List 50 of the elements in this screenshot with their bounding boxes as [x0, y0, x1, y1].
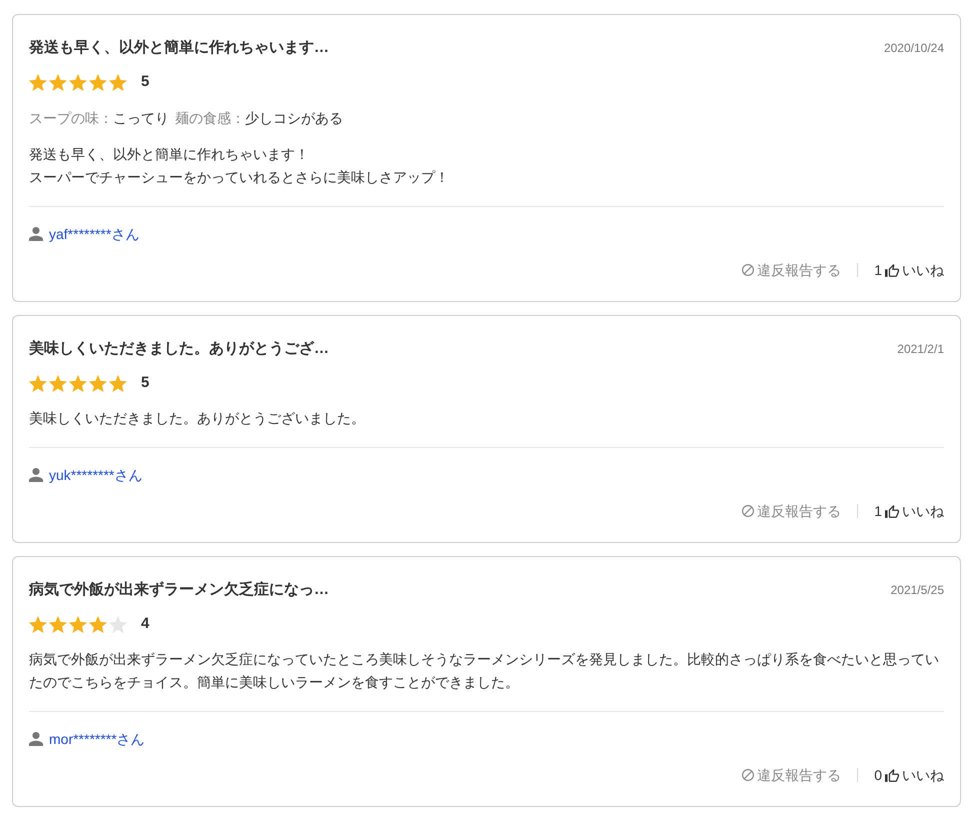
- star-icon: [109, 374, 127, 392]
- review-title: 発送も早く、以外と簡単に作れちゃいます…: [29, 38, 329, 58]
- reviewer-link[interactable]: mor********さん: [49, 729, 145, 749]
- rating-value: 5: [141, 374, 150, 392]
- review-text: スーパーでチャーシューをかっていれるとさらに美味しさアップ！: [29, 168, 450, 187]
- star-icon: [69, 616, 87, 632]
- star-icon: [49, 616, 67, 632]
- rating-value: 5: [141, 73, 150, 91]
- star-icon: [29, 616, 47, 632]
- attribute-label: 麺の食感：: [175, 109, 245, 128]
- report-button[interactable]: 違反報告する: [742, 765, 842, 785]
- review-text: 美味しくいただきました。ありがとうございました。: [29, 409, 366, 428]
- star-icon: [69, 74, 87, 90]
- review-date: 2021/2/1: [897, 341, 944, 358]
- attribute-value: 少しコシがある: [245, 109, 343, 128]
- star-icon: [109, 74, 127, 90]
- review-title: 病気で外飯が出来ずラーメン欠乏症になっ…: [29, 580, 329, 600]
- like-button[interactable]: 1 いいね: [874, 501, 944, 521]
- empty-star-icon: [109, 616, 127, 632]
- star-icon: [89, 74, 107, 90]
- reviewer-link[interactable]: yuk********さん: [49, 465, 142, 485]
- thumbs-up-icon: [885, 264, 899, 276]
- user-icon: [29, 468, 43, 482]
- star-icon: [89, 374, 107, 392]
- report-button[interactable]: 違反報告する: [742, 501, 842, 521]
- reviewer-link[interactable]: yaf********さん: [49, 224, 140, 244]
- review-date: 2020/10/24: [884, 40, 944, 57]
- star-icon: [69, 374, 87, 392]
- report-button[interactable]: 違反報告する: [742, 260, 842, 280]
- star-icon: [29, 74, 47, 90]
- attribute-value: こってり: [113, 109, 169, 128]
- prohibited-icon: [742, 505, 754, 517]
- review-text: 病気で外飯が出来ずラーメン欠乏症になっていたところ美味しそうなラーメンシリーズを発見しました。比較的さっぱり系を食べたいと思っていたのでこちらをチョイス。簡単に美味しいラーメンを食すことができました。: [29, 650, 940, 692]
- star-icon: [89, 616, 107, 632]
- like-button[interactable]: 1 いいね: [874, 260, 944, 280]
- review-text: 発送も早く、以外と簡単に作れちゃいます！: [29, 145, 310, 164]
- attribute-label: スープの味：: [29, 109, 113, 128]
- review-date: 2021/5/25: [890, 582, 944, 599]
- prohibited-icon: [742, 769, 754, 781]
- star-icon: [29, 374, 47, 392]
- like-button[interactable]: 0 いいね: [874, 765, 944, 785]
- user-icon: [29, 732, 43, 746]
- rating-value: 4: [141, 615, 150, 633]
- user-icon: [29, 227, 43, 241]
- thumbs-up-icon: [885, 504, 899, 518]
- star-icon: [49, 374, 67, 392]
- prohibited-icon: [742, 264, 754, 276]
- thumbs-up-icon: [885, 768, 899, 782]
- review-title: 美味しくいただきました。ありがとうござ…: [29, 339, 329, 359]
- star-icon: [49, 74, 67, 90]
